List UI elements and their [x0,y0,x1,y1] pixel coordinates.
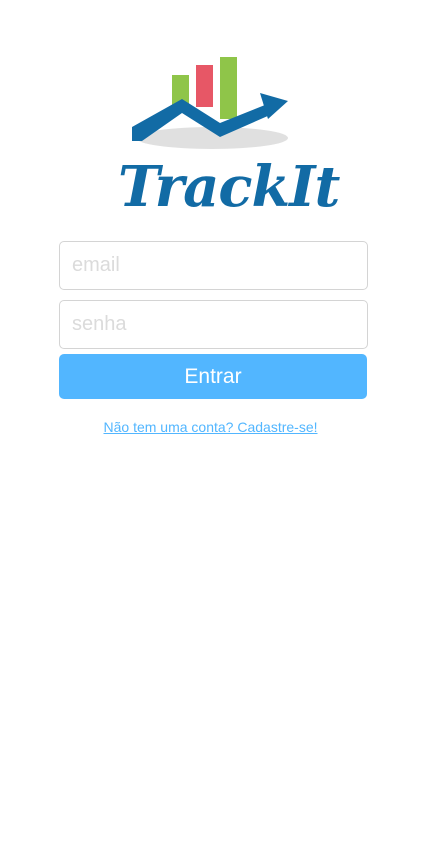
login-button[interactable]: Entrar [59,354,367,399]
signup-link[interactable]: Não tem uma conta? Cadastre-se! [0,418,421,436]
chart-trend-icon [132,57,288,149]
email-field[interactable] [59,241,368,290]
app-name: TrackIt [118,154,340,220]
login-screen: TrackIt Entrar Não tem uma conta? Cadast… [0,0,421,844]
password-field[interactable] [59,300,368,349]
